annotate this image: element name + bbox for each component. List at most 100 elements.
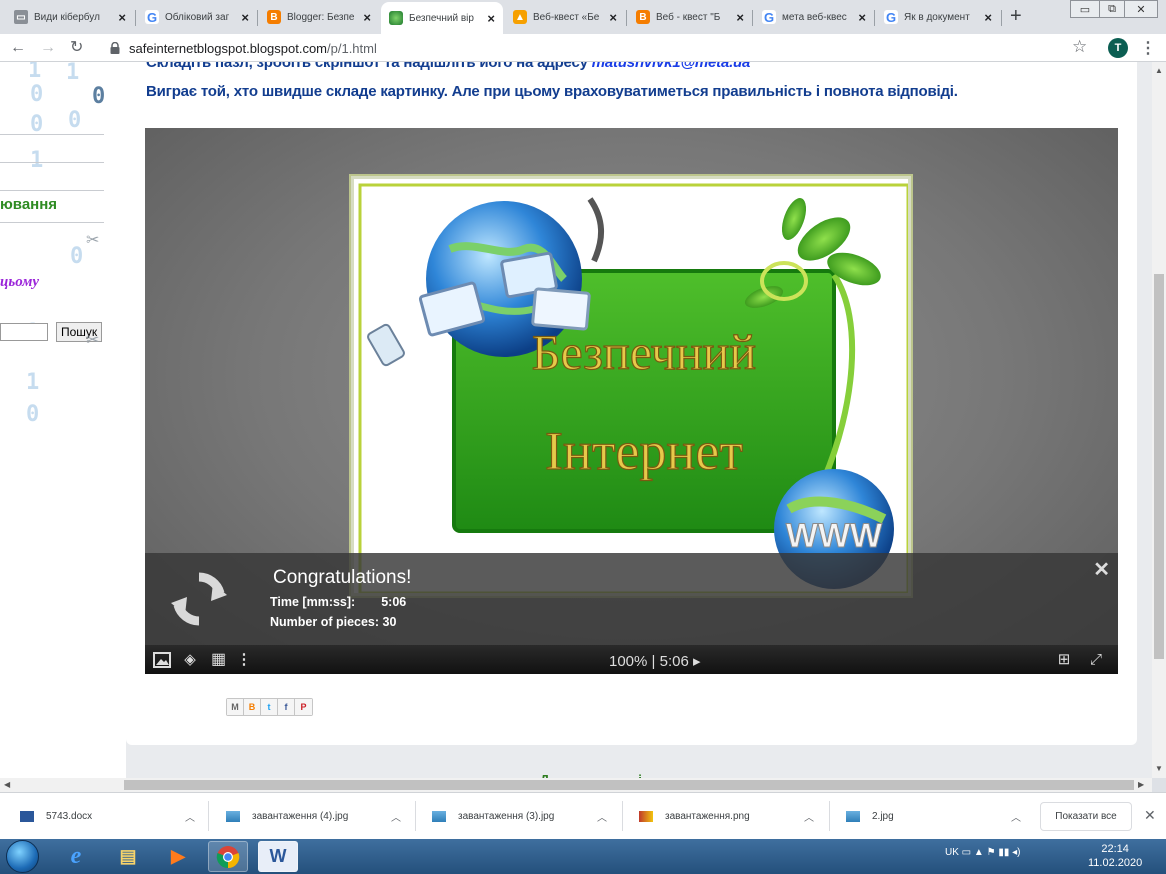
blogger-share-icon[interactable]: B bbox=[244, 699, 261, 715]
word-doc-icon bbox=[20, 811, 34, 822]
close-overlay-icon[interactable]: ✕ bbox=[1093, 557, 1110, 582]
close-tab-icon[interactable]: × bbox=[736, 10, 744, 25]
download-name: 5743.docx bbox=[46, 811, 93, 822]
more-options-icon[interactable]: ⋮ bbox=[235, 651, 253, 669]
instruction-text: Складіть пазл, зробіть скріншот та надіш… bbox=[146, 62, 592, 71]
scroll-left-arrow-icon[interactable]: ◀ bbox=[4, 780, 10, 789]
close-shelf-icon[interactable]: ✕ bbox=[1144, 807, 1156, 824]
maximize-button[interactable]: ⧉ bbox=[1099, 0, 1125, 18]
www-text: WWW bbox=[786, 517, 883, 555]
bookmark-star-icon[interactable]: ☆ bbox=[1072, 37, 1087, 57]
tab-2[interactable]: B Blogger: Безпе × bbox=[259, 4, 379, 30]
downloads-shelf: 5743.docx ︿ завантаження (4).jpg ︿ заван… bbox=[0, 792, 1166, 839]
chevron-up-icon[interactable]: ︿ bbox=[597, 809, 607, 824]
forward-arrow-icon[interactable]: → bbox=[40, 38, 56, 58]
download-item[interactable]: 5743.docx bbox=[20, 793, 92, 840]
minimize-button[interactable]: ▭ bbox=[1070, 0, 1100, 18]
tab-4[interactable]: ▲ Веб-квест «Бе × bbox=[505, 4, 625, 30]
chevron-up-icon[interactable]: ︿ bbox=[1011, 809, 1021, 824]
download-item[interactable]: 2.jpg bbox=[846, 793, 894, 840]
reload-icon[interactable]: ↻ bbox=[70, 38, 83, 58]
tab-3[interactable]: Безпечний вір × bbox=[381, 2, 503, 34]
sidebar-link[interactable]: цьому bbox=[0, 274, 39, 291]
email-share-icon[interactable]: M bbox=[227, 699, 244, 715]
close-tab-icon[interactable]: × bbox=[609, 10, 617, 25]
close-tab-icon[interactable]: × bbox=[487, 11, 495, 26]
divider bbox=[415, 801, 416, 831]
profile-avatar[interactable]: T bbox=[1108, 38, 1128, 58]
time-value: 5:06 bbox=[381, 595, 407, 609]
word-icon[interactable]: W bbox=[258, 841, 298, 872]
download-item[interactable]: завантаження (3).jpg bbox=[432, 793, 554, 840]
vertical-scrollbar[interactable]: ▲ ▼ bbox=[1152, 62, 1166, 778]
chrome-icon[interactable] bbox=[208, 841, 248, 872]
vlc-icon: ▲ bbox=[513, 10, 527, 24]
pinterest-share-icon[interactable]: P bbox=[295, 699, 312, 715]
close-tab-icon[interactable]: × bbox=[858, 10, 866, 25]
divider bbox=[0, 222, 104, 223]
scroll-up-arrow-icon[interactable]: ▲ bbox=[1155, 66, 1163, 75]
jigsaw-puzzle[interactable]: Безпечний Інтернет WWW Congratulations! … bbox=[145, 128, 1118, 674]
tab-0[interactable]: ▭ Види кібербул × bbox=[6, 4, 134, 30]
close-tab-icon[interactable]: × bbox=[984, 10, 992, 25]
download-name: 2.jpg bbox=[872, 811, 894, 822]
lock-icon[interactable] bbox=[110, 42, 120, 54]
grid-icon[interactable]: ▦ bbox=[209, 651, 227, 669]
download-item[interactable]: завантаження (4).jpg bbox=[226, 793, 348, 840]
media-player-icon[interactable]: ▶ bbox=[158, 841, 198, 872]
tab-title: Як в документ bbox=[904, 11, 970, 23]
tab-7[interactable]: G Як в документ × bbox=[876, 4, 1000, 30]
facebook-share-icon[interactable]: f bbox=[278, 699, 295, 715]
wrench-icon[interactable]: ✂ bbox=[86, 230, 99, 250]
refresh-icon[interactable] bbox=[169, 569, 229, 629]
vertical-scroll-thumb[interactable] bbox=[1154, 274, 1164, 659]
chevron-up-icon[interactable]: ︿ bbox=[391, 809, 401, 824]
wrench-icon[interactable]: ✂ bbox=[86, 330, 99, 350]
start-button[interactable] bbox=[6, 840, 39, 873]
sidebar-search-input[interactable] bbox=[0, 323, 48, 341]
instruction-line-2: Виграє той, хто швидше складе картинку. … bbox=[146, 83, 958, 100]
horizontal-scroll-thumb[interactable] bbox=[124, 780, 1134, 790]
tab-6[interactable]: G мета веб-квес × bbox=[754, 4, 874, 30]
internet-explorer-icon[interactable]: e bbox=[56, 841, 96, 872]
twitter-share-icon[interactable]: t bbox=[261, 699, 278, 715]
matrix-digit: 1 bbox=[30, 148, 44, 173]
blogger-icon: B bbox=[267, 10, 281, 24]
new-tab-button[interactable]: + bbox=[1010, 4, 1022, 28]
back-arrow-icon[interactable]: ← bbox=[10, 38, 26, 58]
url-path: /p/1.html bbox=[327, 41, 377, 56]
matrix-digit: 0 bbox=[30, 112, 44, 137]
shuffle-pieces-icon[interactable]: ⊞ bbox=[1055, 651, 1073, 669]
palette-icon[interactable]: ◈ bbox=[181, 651, 199, 669]
image-icon[interactable] bbox=[153, 651, 171, 669]
chevron-up-icon[interactable]: ︿ bbox=[804, 809, 814, 824]
window-close-button[interactable]: ✕ bbox=[1124, 0, 1158, 18]
tab-1[interactable]: G Обліковий заг × bbox=[137, 4, 257, 30]
download-item[interactable]: завантаження.png bbox=[639, 793, 750, 840]
divider bbox=[622, 801, 623, 831]
close-tab-icon[interactable]: × bbox=[363, 10, 371, 25]
matrix-digit: 1 bbox=[26, 370, 40, 395]
scroll-right-arrow-icon[interactable]: ▶ bbox=[1138, 780, 1144, 789]
file-explorer-icon[interactable]: ▤ bbox=[108, 841, 148, 872]
tab-5[interactable]: B Веб - квест "Б × bbox=[628, 4, 752, 30]
show-all-downloads-button[interactable]: Показати все bbox=[1040, 802, 1132, 831]
sidebar: 1 0 0 1 0 0 1 0 1 1 0 ювання ✂ цьому Пош… bbox=[0, 62, 126, 778]
chevron-up-icon[interactable]: ︿ bbox=[185, 809, 195, 824]
language-indicator[interactable]: UK bbox=[945, 847, 959, 858]
congratulations-title: Congratulations! bbox=[273, 567, 412, 588]
close-tab-icon[interactable]: × bbox=[241, 10, 249, 25]
png-file-icon bbox=[639, 811, 653, 822]
clock[interactable]: 22:14 11.02.2020 bbox=[1088, 842, 1142, 870]
horizontal-scrollbar[interactable]: ◀ ▶ bbox=[0, 778, 1152, 792]
email-link[interactable]: matushvivk1@meta.ua bbox=[592, 62, 751, 71]
fullscreen-icon[interactable]: ⤢ bbox=[1087, 651, 1105, 669]
kebab-menu-icon[interactable]: ⋮ bbox=[1140, 38, 1156, 58]
sidebar-link[interactable]: ювання bbox=[0, 196, 57, 213]
close-tab-icon[interactable]: × bbox=[118, 10, 126, 25]
scroll-down-arrow-icon[interactable]: ▼ bbox=[1155, 764, 1163, 773]
matrix-digit: 0 bbox=[70, 244, 84, 269]
system-tray[interactable]: UK ▭ ▲ ⚑ ▮▮ ◂) bbox=[945, 847, 1020, 858]
tab-separator bbox=[752, 10, 753, 26]
url-bar[interactable]: safeinternetblogspot.blogspot.com/p/1.ht… bbox=[129, 41, 377, 56]
